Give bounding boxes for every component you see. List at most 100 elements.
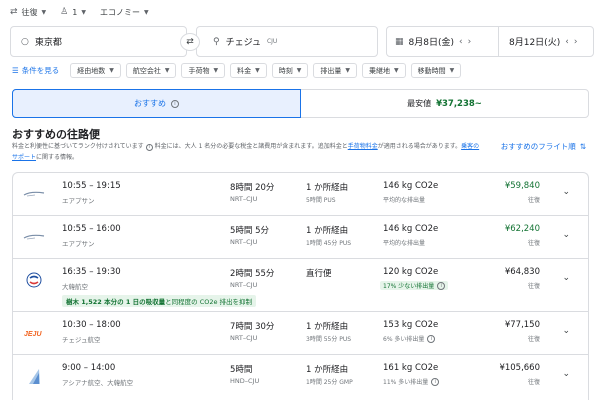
flight-route: NRT–CJU	[230, 238, 258, 246]
origin-value: 東京都	[34, 38, 62, 48]
co2-emissions: 146 kg CO2e	[383, 224, 439, 234]
info-icon[interactable]: i	[431, 377, 440, 386]
cheapest-price: ¥37,238~	[436, 98, 482, 109]
flight-route: NRT–CJU	[230, 334, 258, 342]
swap-icon: ⇄	[186, 37, 194, 47]
origin-field[interactable]: ○ 東京都	[10, 26, 187, 57]
cabin-class-select[interactable]: エコノミー ▼	[100, 7, 149, 18]
trip-type-select[interactable]: ⇄ 往復 ▼	[10, 7, 46, 18]
svg-text:JEJU: JEJU	[24, 331, 42, 338]
dropdown-arrow-icon: ▼	[213, 67, 219, 74]
co2-note-text: 11% 多い排出量	[383, 379, 429, 386]
flight-row[interactable]: 10:55 – 19:15 エアプサン 8時間 20分 NRT–CJU 1 か所…	[13, 173, 588, 216]
dropdown-arrow-icon: ▼	[164, 67, 170, 74]
chevron-down-icon[interactable]: ⌄	[562, 326, 570, 336]
section-description: 料金と利便性に基づいてランク付けされています i 料金には、大人 1 名分の必要な税…	[12, 141, 482, 163]
sort-by-button[interactable]: おすすめのフライト順 ⇅	[501, 141, 586, 152]
flight-stops: 直行便	[306, 269, 332, 279]
passenger-select[interactable]: ♙ 1 ▼	[60, 7, 86, 17]
tab-recommended[interactable]: おすすめ i	[12, 89, 301, 118]
co2-note-text: 平均的な排出量	[383, 197, 426, 204]
chevron-down-icon[interactable]: ⌄	[562, 230, 570, 240]
filter-chip-price[interactable]: 料金 ▼	[230, 63, 267, 78]
tab-cheapest[interactable]: 最安値 ¥37,238~	[301, 90, 588, 117]
filter-chip-bags[interactable]: 手荷物 ▼	[181, 63, 226, 78]
dropdown-arrow-icon: ▼	[296, 67, 302, 74]
next-date-icon[interactable]: ›	[468, 37, 472, 47]
layover-detail: 1時間 45分 PUS	[306, 240, 352, 247]
filter-chip-times[interactable]: 時刻 ▼	[271, 63, 309, 78]
filter-chip-airlines[interactable]: 航空会社 ▼	[125, 63, 177, 78]
prev-date-icon[interactable]: ‹	[459, 37, 463, 47]
desc-text: 料金には、大人 1 名分の必要な税金と諸費用が含まれます。追加料金と	[154, 143, 348, 150]
co2-note-text: 6% 多い排出量	[383, 336, 425, 343]
price-type: 往復	[527, 379, 540, 386]
filter-chip-duration[interactable]: 移動時間 ▼	[410, 63, 462, 78]
banner-text: と同程度の CO2e 排出を抑制	[165, 298, 253, 306]
flight-duration: 5時間 5分	[230, 226, 270, 236]
chevron-down-icon[interactable]: ⌄	[562, 369, 570, 379]
flight-stops: 1 か所経由	[306, 365, 349, 375]
co2-note: 平均的な排出量	[383, 238, 425, 247]
desc-text: が適用される場合があります。	[377, 143, 462, 150]
flight-times: 16:35 – 19:30	[62, 267, 121, 277]
info-icon[interactable]: i	[437, 281, 446, 290]
info-icon[interactable]: i	[427, 334, 436, 343]
flight-list: 10:55 – 19:15 エアプサン 8時間 20分 NRT–CJU 1 か所…	[12, 172, 589, 400]
flight-route: NRT–CJU	[230, 281, 258, 289]
desc-text: 料金と利便性に基づいてランク付けされています	[12, 143, 144, 150]
return-date-field[interactable]: 8月12日(火) ‹ ›	[499, 35, 578, 49]
chip-label: 手荷物	[188, 66, 210, 75]
info-icon[interactable]: i	[145, 144, 153, 151]
date-field[interactable]: ▦ 8月8日(金) ‹ › 8月12日(火) ‹ ›	[386, 26, 594, 57]
co2-emissions: 120 kg CO2e	[383, 267, 439, 277]
destination-code: CJU	[266, 38, 278, 45]
dropdown-arrow-icon: ▼	[255, 67, 260, 74]
flight-stops: 1 か所経由	[306, 322, 349, 332]
flight-price: ¥64,830	[504, 267, 540, 277]
flight-row[interactable]: 16:35 – 19:30 大韓航空 2時間 55分 NRT–CJU 直行便 1…	[13, 259, 588, 312]
airline-name: アシアナ航空、大韓航空	[62, 379, 134, 387]
airline-logo-jeju-air: JEJU	[23, 326, 45, 340]
banner-highlight: 樹木 1,522 本分の 1 日の吸収量	[66, 298, 166, 306]
dropdown-arrow-icon: ▼	[345, 67, 350, 74]
co2-note-text: 17% 少ない排出量	[383, 283, 435, 290]
chevron-down-icon[interactable]: ⌄	[562, 273, 570, 283]
prev-date-icon[interactable]: ‹	[565, 37, 569, 47]
destination-field[interactable]: ⚲ チェジュ CJU	[196, 26, 378, 57]
swap-arrows-icon: ⇄	[10, 7, 18, 17]
depart-date-value: 8月8日(金)	[408, 38, 454, 48]
co2-emissions: 153 kg CO2e	[383, 320, 439, 330]
dropdown-arrow-icon: ▼	[109, 67, 114, 74]
trip-options-bar: ⇄ 往復 ▼ ♙ 1 ▼ エコノミー ▼	[10, 4, 149, 20]
airline-name: チェジュ航空	[62, 336, 101, 344]
depart-date-field[interactable]: ▦ 8月8日(金) ‹ ›	[395, 26, 499, 57]
baggage-fees-link[interactable]: 手荷物料金	[348, 143, 378, 150]
flight-price: ¥59,840	[504, 181, 540, 191]
flight-row[interactable]: 10:55 – 16:00 エアプサン 5時間 5分 NRT–CJU 1 か所経…	[13, 216, 588, 259]
return-date-value: 8月12日(火)	[509, 38, 561, 48]
swap-locations-button[interactable]: ⇄	[180, 33, 200, 51]
destination-value: チェジュ	[225, 38, 261, 48]
price-type: 往復	[527, 336, 540, 343]
all-filters-label: 条件を見る	[21, 66, 60, 75]
filter-chip-emissions[interactable]: 排出量 ▼	[313, 63, 357, 78]
chevron-down-icon[interactable]: ⌄	[562, 187, 570, 197]
flight-row[interactable]: JEJU 10:30 – 18:00 チェジュ航空 7時間 30分 NRT–CJ…	[13, 312, 588, 355]
co2-note-text: 平均的な排出量	[383, 240, 426, 247]
filter-bar: ☰ 条件を見る 経由地数 ▼ 航空会社 ▼ 手荷物 ▼ 料金 ▼ 時刻 ▼ 排出量 ▼ 乗継…	[12, 63, 462, 78]
filter-chip-stops[interactable]: 経由地数 ▼	[70, 63, 121, 78]
filter-chip-connecting-airports[interactable]: 乗継地 ▼	[361, 63, 406, 78]
dropdown-arrow-icon: ▼	[41, 8, 47, 16]
chip-label: 乗継地	[368, 66, 390, 75]
flight-row[interactable]: 9:00 – 14:00 アシアナ航空、大韓航空 5時間 HND–CJU 1 か…	[13, 355, 588, 400]
all-filters-button[interactable]: ☰ 条件を見る	[12, 65, 59, 76]
info-icon[interactable]: i	[171, 99, 179, 108]
layover-detail: 3時間 55分 PUS	[306, 336, 352, 343]
search-row: ○ 東京都 ⇄ ⚲ チェジュ CJU ▦ 8月8日(金) ‹ › 8月12日(火…	[8, 26, 594, 57]
next-date-icon[interactable]: ›	[574, 37, 578, 47]
co2-note: 17% 少ない排出量 i	[380, 281, 449, 290]
flight-price: ¥62,240	[504, 224, 540, 234]
co2-note: 11% 多い排出量 i	[383, 377, 440, 386]
passenger-count: 1	[72, 7, 78, 17]
